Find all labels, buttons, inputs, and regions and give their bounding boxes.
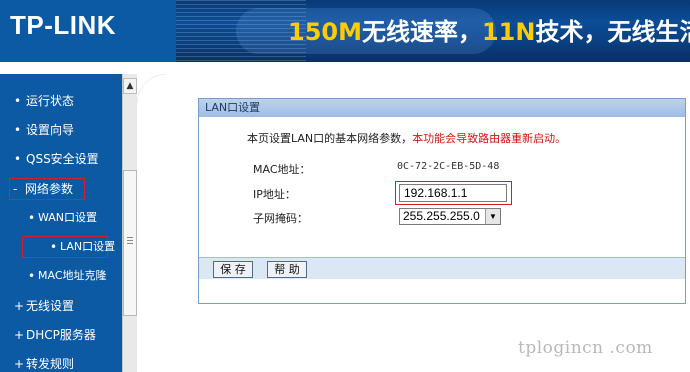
mac-label: MAC地址：	[253, 163, 311, 176]
lan-settings-panel: LAN口设置 本页设置LAN口的基本网络参数，本功能会导致路由器重新启动。 MA…	[198, 98, 686, 304]
chevron-down-icon[interactable]: ▼	[485, 209, 500, 224]
sidebar-item-lan[interactable]: • LAN口设置	[22, 236, 115, 258]
main-content: LAN口设置 本页设置LAN口的基本网络参数，本功能会导致路由器重新启动。 MA…	[137, 74, 690, 372]
panel-description: 本页设置LAN口的基本网络参数，本功能会导致路由器重新启动。	[247, 130, 566, 146]
sidebar-item-label: 运行状态	[26, 94, 75, 108]
sidebar-item-label: MAC地址克隆	[38, 269, 107, 282]
expand-icon: +	[14, 299, 25, 313]
bullet-icon: •	[50, 240, 58, 254]
sidebar-item-label: 无线设置	[26, 299, 75, 313]
logo-area: TP-LINK	[0, 0, 176, 62]
bullet-icon: •	[28, 269, 36, 283]
sidebar-item-label: 网络参数	[25, 182, 74, 196]
sidebar-item-label: DHCP服务器	[26, 328, 96, 342]
description-text: 本页设置LAN口的基本网络参数，	[247, 132, 413, 145]
bullet-icon: •	[14, 123, 22, 137]
corner-decoration-inner	[137, 74, 197, 104]
sidebar-item-dhcp[interactable]: + DHCP服务器	[0, 324, 122, 346]
sidebar-item-label: 转发规则	[26, 357, 75, 371]
sidebar-item-status[interactable]: • 运行状态	[0, 90, 122, 112]
expand-icon: +	[14, 357, 25, 371]
collapse-icon: -	[13, 182, 18, 196]
help-button[interactable]: 帮 助	[267, 261, 307, 278]
bullet-icon: •	[14, 152, 22, 166]
sidebar-item-label: QSS安全设置	[26, 152, 99, 166]
bullet-icon: •	[14, 94, 22, 108]
restart-warning: 本功能会导致路由器重新启动。	[412, 132, 567, 145]
subnet-mask-select[interactable]: 255.255.255.0 ▼	[399, 208, 501, 225]
banner: 150M无线速率，11N技术，无线生活	[176, 0, 690, 62]
banner-speed: 150M	[288, 18, 362, 46]
button-bar: 保 存 帮 助	[199, 257, 685, 279]
sidebar-scrollbar[interactable]: ▲	[122, 74, 137, 372]
sidebar-item-forwarding[interactable]: + 转发规则	[0, 353, 122, 372]
panel-title: LAN口设置	[199, 99, 685, 117]
mac-value: 0C-72-2C-EB-5D-48	[397, 161, 500, 172]
sidebar-nav: • 运行状态 • 设置向导 • QSS安全设置 - 网络参数 • WAN口设置 …	[0, 74, 122, 372]
banner-text-1: 无线速率，	[361, 18, 482, 46]
sidebar-item-label: WAN口设置	[38, 211, 98, 224]
sidebar-item-label: 设置向导	[26, 123, 75, 137]
sidebar-item-mac-clone[interactable]: • MAC地址克隆	[0, 265, 122, 287]
banner-slogan: 150M无线速率，11N技术，无线生活	[288, 12, 690, 47]
scroll-thumb[interactable]	[123, 170, 137, 316]
ip-address-input[interactable]: 192.168.1.1	[399, 184, 507, 202]
sidebar-item-wireless[interactable]: + 无线设置	[0, 295, 122, 317]
save-button[interactable]: 保 存	[213, 261, 253, 278]
sidebar-item-network[interactable]: - 网络参数	[9, 178, 85, 200]
header: TP-LINK 150M无线速率，11N技术，无线生活	[0, 0, 690, 62]
expand-icon: +	[14, 328, 25, 342]
banner-standard: 11N	[481, 18, 536, 46]
bullet-icon: •	[28, 211, 36, 225]
watermark: tplogincn .com	[518, 338, 653, 358]
subnet-mask-value: 255.255.255.0	[403, 209, 480, 223]
scroll-up-arrow-icon[interactable]: ▲	[123, 78, 137, 94]
header-divider	[0, 62, 690, 74]
sidebar-item-label: LAN口设置	[60, 240, 116, 253]
ip-label: IP地址：	[253, 188, 296, 201]
sidebar-item-qss[interactable]: • QSS安全设置	[0, 148, 122, 170]
sidebar-item-wan[interactable]: • WAN口设置	[0, 207, 122, 229]
tp-link-logo: TP-LINK	[10, 10, 117, 40]
banner-text-2: 技术，无线生活	[535, 18, 690, 46]
sidebar-item-setup-wizard[interactable]: • 设置向导	[0, 119, 122, 141]
scroll-grip-icon	[127, 237, 133, 244]
subnet-mask-label: 子网掩码：	[253, 212, 308, 225]
